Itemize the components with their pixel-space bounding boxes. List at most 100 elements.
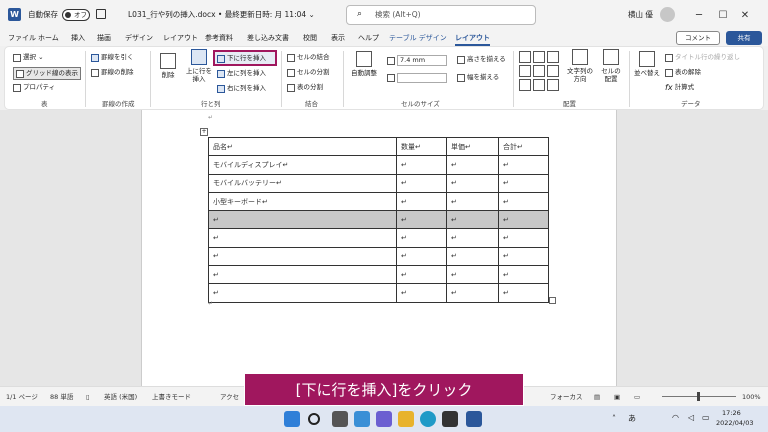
table-cell[interactable]: ↵	[446, 155, 499, 175]
task-view-icon[interactable]	[332, 411, 348, 427]
tab-file[interactable]: ファイル	[8, 30, 36, 46]
formula-button[interactable]: fx 計算式	[665, 83, 694, 92]
tab-draw[interactable]: 描画	[97, 30, 111, 46]
tab-insert[interactable]: 挿入	[71, 30, 85, 46]
file-explorer-icon[interactable]	[398, 411, 414, 427]
view-gridlines-button[interactable]: グリッド線の表示	[13, 67, 81, 80]
language[interactable]: 英語 (米国)	[104, 387, 137, 407]
cell-margins-button[interactable]: セルの配置	[599, 49, 623, 83]
zoom-level[interactable]: 100%	[742, 387, 761, 407]
edge-icon[interactable]	[420, 411, 436, 427]
autosave-toggle[interactable]: オフ	[62, 9, 90, 21]
tab-table-layout[interactable]: レイアウト	[455, 30, 490, 46]
tab-table-design[interactable]: テーブル デザイン	[389, 30, 447, 46]
table-cell[interactable]: ↵	[208, 265, 397, 285]
table-cell[interactable]: 品名↵	[208, 136, 397, 157]
eraser-button[interactable]: 罫線の削除	[91, 68, 134, 77]
web-layout-icon[interactable]: ▭	[634, 387, 640, 407]
table-cell[interactable]: モバイルバッテリー↵	[208, 173, 397, 193]
user-name[interactable]: 横山 優	[628, 9, 653, 21]
table-cell[interactable]: ↵	[208, 228, 397, 248]
text-direction-button[interactable]: 文字列の方向	[565, 49, 595, 83]
table-cell[interactable]: ↵	[446, 191, 499, 212]
search-box[interactable]: ⌕ 検索 (Alt+Q)	[346, 5, 536, 25]
split-table-button[interactable]: 表の分割	[287, 83, 323, 92]
align-middle-right-icon[interactable]	[547, 65, 559, 77]
table-cell[interactable]: ↵	[208, 210, 397, 230]
table-cell[interactable]: ↵	[446, 246, 499, 267]
sort-button[interactable]: 並べ替え	[633, 51, 661, 78]
read-mode-icon[interactable]: ▤	[594, 387, 600, 407]
table-cell[interactable]: ↵	[498, 228, 549, 248]
ime-indicator[interactable]: あ	[628, 413, 636, 424]
wifi-icon[interactable]: ◠	[672, 413, 679, 422]
zoom-slider[interactable]	[662, 392, 736, 401]
book-icon[interactable]: ▯	[86, 387, 90, 407]
clock-time[interactable]: 17:26	[722, 409, 741, 417]
word-count[interactable]: 88 単語	[50, 387, 73, 407]
table-cell[interactable]: ↵	[498, 246, 549, 267]
table-cell[interactable]: ↵	[396, 283, 447, 303]
table-cell[interactable]: 合計↵	[498, 136, 549, 157]
table-cell[interactable]: ↵	[396, 265, 447, 285]
height-field[interactable]: 7.4 mm	[387, 55, 447, 66]
table-move-handle-icon[interactable]: +	[200, 128, 208, 136]
tab-view[interactable]: 表示	[331, 30, 345, 46]
speaker-icon[interactable]: ◁	[688, 413, 694, 422]
print-layout-icon[interactable]: ▣	[614, 387, 620, 407]
save-icon[interactable]	[96, 9, 106, 19]
product-table[interactable]: 品名↵ 数量↵ 単価↵ 合計↵ モバイルディスプレイ↵ ↵ ↵ ↵ モバイルバッテリー↵ ↵ ↵…	[208, 136, 549, 303]
store-icon[interactable]	[442, 411, 458, 427]
avatar[interactable]	[660, 7, 675, 22]
table-cell[interactable]: ↵	[396, 210, 447, 230]
select-button[interactable]: 選択 ⌄	[13, 53, 44, 62]
accessibility-status[interactable]: アクセ	[220, 387, 239, 407]
comments-button[interactable]: コメント	[676, 31, 720, 45]
align-top-left-icon[interactable]	[519, 51, 531, 63]
split-cells-button[interactable]: セルの分割	[287, 68, 330, 77]
table-resize-handle-icon[interactable]	[549, 297, 556, 304]
page-count[interactable]: 1/1 ページ	[6, 387, 38, 407]
autofit-button[interactable]: 自動調整	[347, 51, 381, 78]
widgets-icon[interactable]	[354, 411, 370, 427]
search-icon[interactable]	[308, 413, 320, 425]
table-cell[interactable]: ↵	[498, 265, 549, 285]
repeat-header-button[interactable]: タイトル行の繰り返し	[665, 53, 740, 62]
alignment-grid[interactable]	[519, 51, 559, 91]
align-bottom-right-icon[interactable]	[547, 79, 559, 91]
insert-right-button[interactable]: 右に列を挿入	[217, 84, 266, 93]
share-button[interactable]: 共有	[726, 31, 762, 45]
table-cell[interactable]: ↵	[396, 228, 447, 248]
tab-mailings[interactable]: 差し込み文書	[247, 30, 289, 46]
chevron-up-icon[interactable]: ˄	[612, 414, 616, 423]
zoom-slider-thumb[interactable]	[697, 392, 700, 401]
tab-home[interactable]: ホーム	[38, 30, 59, 46]
width-field[interactable]	[387, 73, 447, 83]
properties-button[interactable]: プロパティ	[13, 83, 55, 92]
align-bottom-left-icon[interactable]	[519, 79, 531, 91]
align-middle-left-icon[interactable]	[519, 65, 531, 77]
distribute-columns-button[interactable]: 幅を揃える	[457, 73, 499, 82]
align-top-center-icon[interactable]	[533, 51, 545, 63]
table-cell[interactable]: ↵	[446, 228, 499, 248]
insert-left-button[interactable]: 左に列を挿入	[217, 69, 266, 78]
align-bottom-center-icon[interactable]	[533, 79, 545, 91]
convert-to-text-button[interactable]: 表の解除	[665, 68, 701, 77]
table-cell[interactable]: ↵	[446, 210, 499, 230]
chat-icon[interactable]	[376, 411, 392, 427]
table-cell[interactable]: モバイルディスプレイ↵	[208, 155, 397, 175]
focus-mode[interactable]: フォーカス	[550, 387, 583, 407]
table-cell[interactable]: 単価↵	[446, 136, 499, 157]
start-icon[interactable]	[284, 411, 300, 427]
table-cell[interactable]: ↵	[446, 173, 499, 193]
distribute-rows-button[interactable]: 高さを揃える	[457, 55, 506, 64]
battery-icon[interactable]: ▭	[702, 413, 710, 422]
table-cell[interactable]: ↵	[396, 173, 447, 193]
overtype-mode[interactable]: 上書きモード	[152, 387, 191, 407]
tab-references[interactable]: 参考資料	[205, 30, 233, 46]
table-cell[interactable]: ↵	[498, 283, 549, 303]
table-cell[interactable]: ↵	[446, 283, 499, 303]
align-center-icon[interactable]	[533, 65, 545, 77]
insert-above-button[interactable]: 上に行を挿入	[185, 49, 213, 83]
draw-table-button[interactable]: 罫線を引く	[91, 53, 134, 62]
